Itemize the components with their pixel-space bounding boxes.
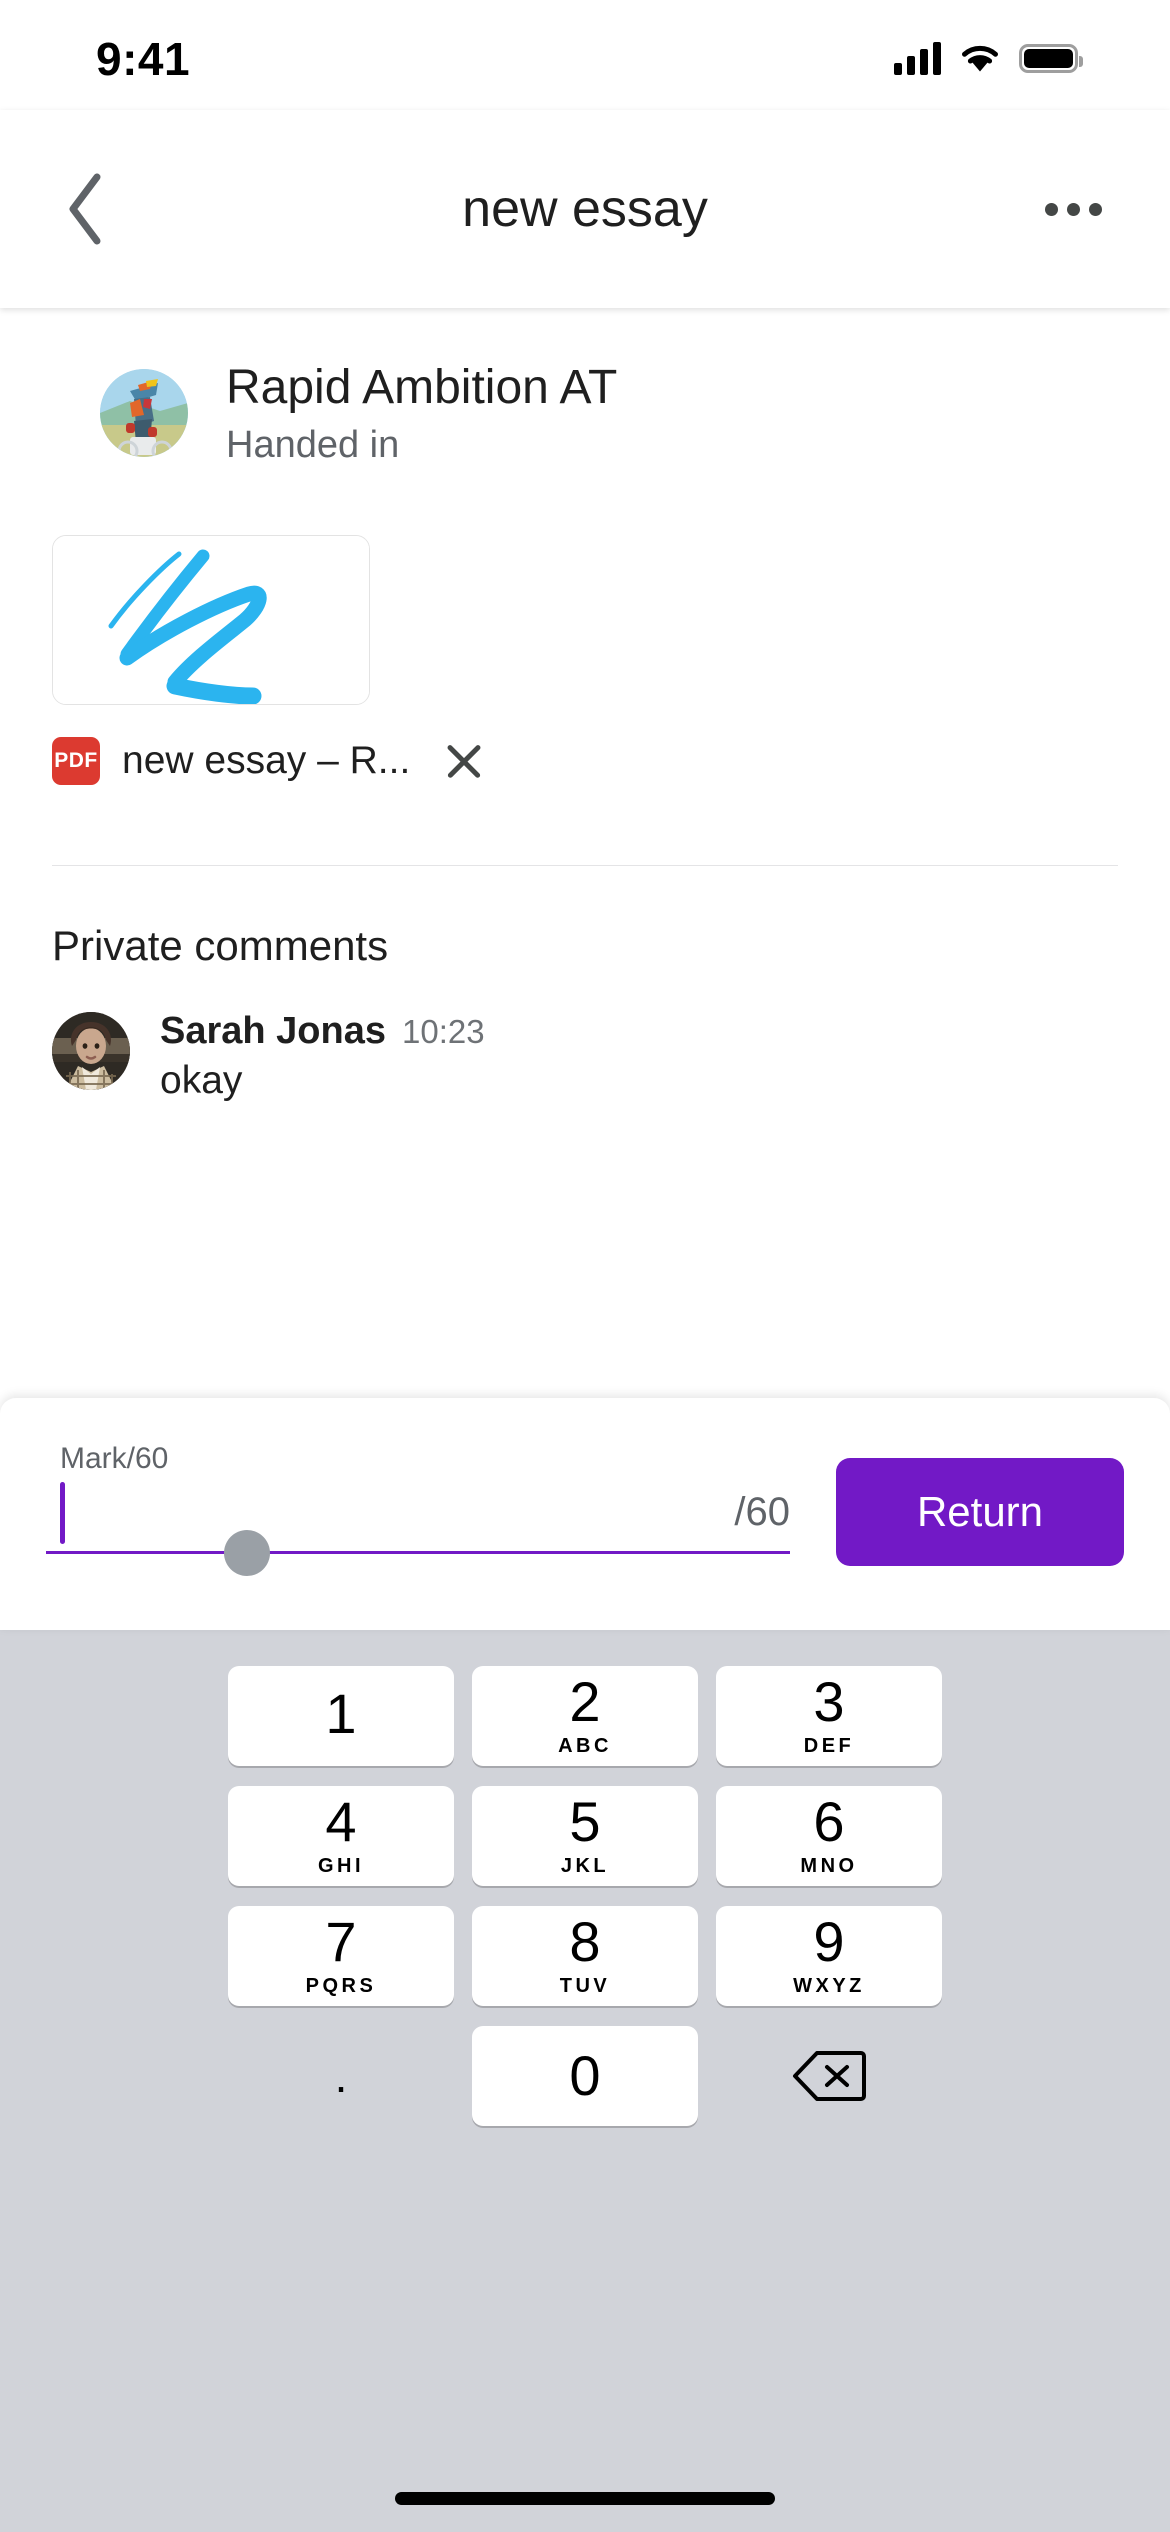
attachment-thumbnail[interactable] [52,534,370,705]
remove-attachment-button[interactable] [436,733,492,789]
submission-detail: Rapid Ambition AT Handed in PDF new essa… [0,308,1170,1398]
mark-input-label: Mark/60 [60,1442,169,1475]
key-letters: DEF [803,1735,855,1757]
commenter-avatar-image [52,1012,130,1091]
numeric-keyboard: 1 2 ABC 3 DEF 4 GHI 5 JKL 6 MNO 7 PQRS 8 [0,1630,1170,2532]
back-button[interactable] [30,110,140,308]
keypad-grid: 1 2 ABC 3 DEF 4 GHI 5 JKL 6 MNO 7 PQRS 8 [0,1666,1170,2126]
key-letters: MNO [800,1855,858,1877]
signal-bars-icon [894,41,941,75]
overflow-menu-icon [1066,202,1080,216]
key-backspace[interactable] [716,2026,942,2126]
key-digit: 8 [569,1910,601,1973]
key-letters: GHI [317,1855,365,1877]
key-0[interactable]: 0 [472,2026,698,2126]
key-8[interactable]: 8 TUV [472,1906,698,2006]
commenter-avatar[interactable] [52,1012,130,1091]
key-digit: . [334,2050,348,2102]
key-3[interactable]: 3 DEF [716,1666,942,1766]
key-letters: PQRS [305,1975,377,1997]
status-bar: 9:41 [0,0,1170,110]
status-time: 9:41 [96,33,191,85]
slider-handle[interactable] [224,1530,270,1576]
comment-text: okay [160,1059,243,1103]
key-digit: 7 [325,1910,357,1973]
wifi-icon [962,45,998,72]
page-title: new essay [462,180,708,238]
comment-item: Sarah Jonas 10:23 okay [0,970,1170,1103]
mark-input-line[interactable]: /60 [46,1476,790,1576]
battery-full-icon [1019,43,1083,73]
return-button[interactable]: Return [836,1458,1124,1566]
student-header: Rapid Ambition AT Handed in [0,308,1170,467]
navigation-bar: new essay [0,110,1170,308]
pdf-page-thumbnail [53,535,369,704]
key-digit: 2 [569,1670,601,1733]
mark-input-underline [46,1551,790,1554]
key-digit: 3 [813,1670,845,1733]
key-7[interactable]: 7 PQRS [228,1906,454,2006]
status-indicators [894,41,1083,75]
backspace-icon [793,2051,866,2101]
comment-header: Sarah Jonas 10:23 [160,1010,485,1053]
attachment-row[interactable]: PDF new essay – R... [0,705,1170,789]
key-digit: 6 [813,1790,845,1853]
key-letters: TUV [559,1975,611,1997]
comment-timestamp: 10:23 [402,1013,485,1051]
pdf-file-icon: PDF [52,736,100,785]
key-letters: JKL [560,1855,610,1877]
student-avatar[interactable] [100,369,188,458]
comment-body: Sarah Jonas 10:23 okay [160,1010,485,1103]
key-digit: 4 [325,1790,357,1853]
student-name: Rapid Ambition AT [226,361,618,414]
text-cursor [60,1482,65,1544]
overflow-menu-icon [1088,202,1102,216]
key-2[interactable]: 2 ABC [472,1666,698,1766]
student-meta: Rapid Ambition AT Handed in [226,360,617,467]
mark-total-suffix: /60 [734,1490,790,1534]
key-6[interactable]: 6 MNO [716,1786,942,1886]
key-letters: WXYZ [793,1975,865,1997]
grading-bar: Mark/60 /60 Return [0,1398,1170,1630]
key-9[interactable]: 9 WXYZ [716,1906,942,2006]
key-digit: 5 [569,1790,601,1853]
key-5[interactable]: 5 JKL [472,1786,698,1886]
mark-input-field[interactable]: Mark/60 /60 [46,1442,790,1576]
key-digit: 0 [569,2044,601,2107]
comment-author: Sarah Jonas [160,1010,386,1053]
submission-status: Handed in [226,423,400,466]
overflow-menu-button[interactable] [1018,110,1128,308]
student-avatar-image [100,369,188,458]
key-decimal-point[interactable]: . [228,2026,454,2126]
key-4[interactable]: 4 GHI [228,1786,454,1886]
attachment-file-name: new essay – R... [122,738,411,782]
home-indicator [395,2492,775,2505]
chevron-left-icon [69,173,101,245]
key-1[interactable]: 1 [228,1666,454,1766]
private-comments-title: Private comments [52,922,389,970]
key-digit: 9 [813,1910,845,1973]
key-digit: 1 [325,1681,357,1745]
overflow-menu-icon [1044,202,1058,216]
key-letters: ABC [558,1735,612,1757]
